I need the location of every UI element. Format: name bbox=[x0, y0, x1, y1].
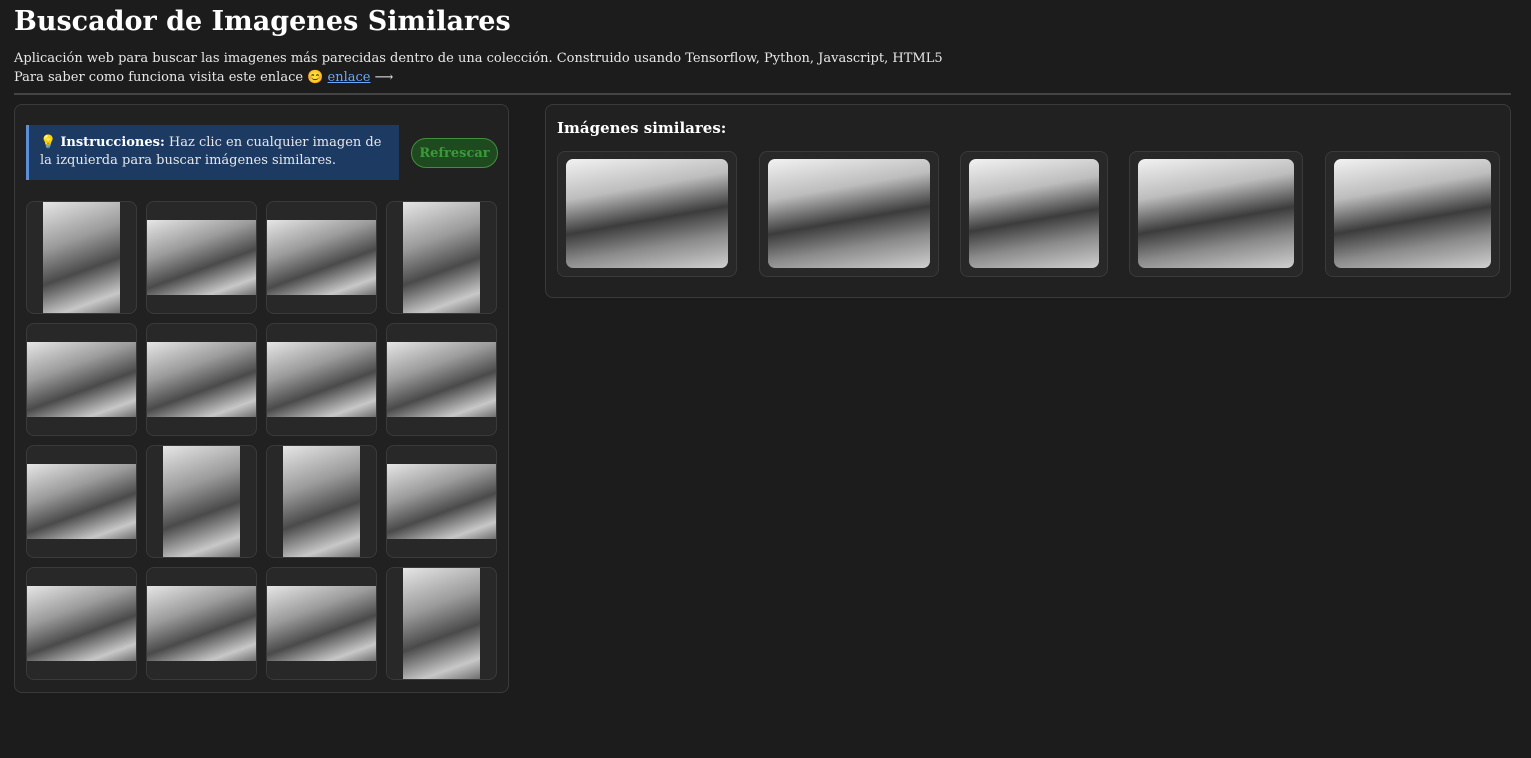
gallery-thumbnail[interactable] bbox=[26, 201, 137, 314]
photo-portrait-man bbox=[163, 446, 240, 557]
photo-train-trees bbox=[27, 342, 136, 417]
info-link[interactable]: enlace bbox=[328, 70, 371, 85]
similar-thumbnail[interactable] bbox=[960, 151, 1108, 277]
photo-bienvenidos-banner bbox=[147, 586, 256, 661]
instructions-box: 💡 Instrucciones: Haz clic en cualquier i… bbox=[26, 125, 399, 180]
similar-thumbnail[interactable] bbox=[759, 151, 939, 277]
photo-crowd-hillside bbox=[387, 342, 496, 417]
similar-title: Imágenes similares: bbox=[557, 119, 727, 137]
gallery-thumbnail[interactable] bbox=[266, 323, 377, 436]
photo-horsemen-field bbox=[267, 586, 376, 661]
gallery-thumbnail[interactable] bbox=[26, 445, 137, 558]
similar-train-crowd bbox=[1334, 159, 1491, 268]
gallery-panel: 💡 Instrucciones: Haz clic en cualquier i… bbox=[14, 104, 509, 693]
photo-street-banner bbox=[267, 342, 376, 417]
similar-thumbnail[interactable] bbox=[1129, 151, 1303, 277]
description-text: Aplicación web para buscar las imagenes … bbox=[14, 51, 943, 66]
gallery-thumbnail[interactable] bbox=[146, 445, 257, 558]
similar-officers-group bbox=[969, 159, 1099, 268]
photo-seated-group bbox=[27, 586, 136, 661]
similar-train-trees bbox=[1138, 159, 1294, 268]
smile-icon: 😊 bbox=[307, 70, 324, 85]
gallery-thumbnail[interactable] bbox=[386, 567, 497, 680]
lightbulb-icon: 💡 bbox=[40, 135, 57, 150]
gallery-thumbnail[interactable] bbox=[386, 323, 497, 436]
gallery-thumbnail[interactable] bbox=[146, 323, 257, 436]
gallery-thumbnail[interactable] bbox=[146, 567, 257, 680]
similar-thumbnail[interactable] bbox=[1325, 151, 1500, 277]
similar-thumbnail[interactable] bbox=[557, 151, 737, 277]
header-divider bbox=[14, 93, 1511, 95]
photo-wedding-couple bbox=[403, 202, 480, 313]
howto-text: Para saber como funciona visita este enl… bbox=[14, 70, 304, 85]
gallery-thumbnail[interactable] bbox=[266, 445, 377, 558]
photo-large-crowd bbox=[147, 342, 256, 417]
gallery-thumbnail[interactable] bbox=[386, 445, 497, 558]
photo-festival-arch bbox=[27, 464, 136, 539]
photo-two-men-suits bbox=[283, 446, 360, 557]
refresh-button[interactable]: Refrescar bbox=[411, 138, 498, 168]
photo-two-soldiers bbox=[403, 568, 480, 679]
gallery-thumbnail[interactable] bbox=[386, 201, 497, 314]
similar-crowd-train bbox=[566, 159, 728, 268]
gallery-thumbnail[interactable] bbox=[26, 323, 137, 436]
page-description: Aplicación web para buscar las imagenes … bbox=[14, 49, 943, 87]
photo-street-horses bbox=[267, 220, 376, 295]
gallery-thumbnail[interactable] bbox=[26, 567, 137, 680]
page-title: Buscador de Imagenes Similares bbox=[14, 6, 511, 37]
similar-soldiers-line bbox=[768, 159, 930, 268]
photo-group-interior bbox=[147, 220, 256, 295]
similar-panel: Imágenes similares: bbox=[545, 104, 1511, 298]
gallery-thumbnail[interactable] bbox=[146, 201, 257, 314]
arrow-right-icon: ⟶ bbox=[374, 70, 394, 85]
page: Buscador de Imagenes Similares Aplicació… bbox=[0, 0, 1531, 758]
photo-church-street bbox=[43, 202, 120, 313]
howto-line: Para saber como funciona visita este enl… bbox=[14, 68, 943, 87]
photo-train-crowd bbox=[387, 464, 496, 539]
instructions-label: Instrucciones: bbox=[60, 135, 165, 150]
gallery-thumbnail[interactable] bbox=[266, 201, 377, 314]
gallery-thumbnail[interactable] bbox=[266, 567, 377, 680]
